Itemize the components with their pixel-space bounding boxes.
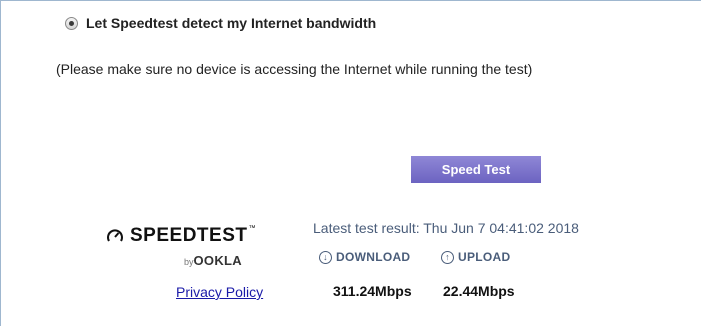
- detect-bandwidth-label[interactable]: Let Speedtest detect my Internet bandwid…: [86, 15, 376, 31]
- speedtest-logo: SPEEDTEST™: [106, 225, 276, 247]
- download-value: 311.24Mbps: [333, 283, 412, 299]
- speedtest-gauge-icon: [107, 229, 123, 242]
- download-arrow-icon: ↓: [319, 250, 332, 264]
- detect-bandwidth-radio[interactable]: [65, 16, 78, 30]
- speedtest-panel: Let Speedtest detect my Internet bandwid…: [0, 0, 701, 326]
- speed-test-button[interactable]: Speed Test: [411, 156, 541, 183]
- upload-value: 22.44Mbps: [443, 283, 515, 299]
- speedtest-wordmark: SPEEDTEST™: [130, 225, 256, 246]
- test-notice: (Please make sure no device is accessing…: [56, 61, 533, 77]
- detect-bandwidth-option[interactable]: Let Speedtest detect my Internet bandwid…: [65, 15, 376, 31]
- latest-test-result: Latest test result: Thu Jun 7 04:41:02 2…: [313, 220, 579, 236]
- ookla-logo: byOOKLA: [184, 253, 242, 268]
- upload-arrow-icon: ↑: [441, 250, 454, 264]
- radio-selected-dot: [69, 20, 74, 26]
- privacy-policy-link[interactable]: Privacy Policy: [176, 284, 263, 300]
- download-label: ↓ DOWNLOAD: [319, 250, 410, 264]
- upload-label: ↑ UPLOAD: [441, 250, 510, 264]
